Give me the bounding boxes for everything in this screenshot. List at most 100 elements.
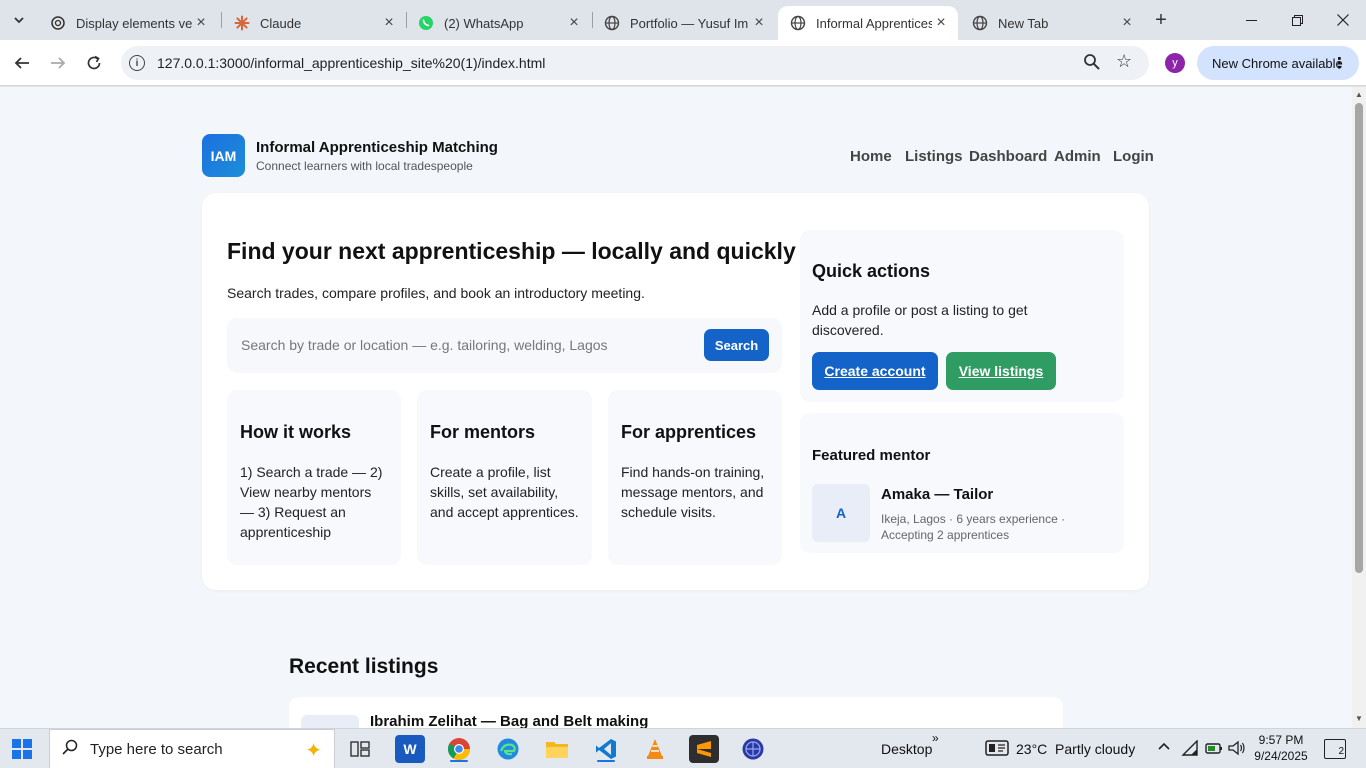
create-account-button[interactable]: Create account [812, 352, 938, 390]
windows-start-icon[interactable] [12, 739, 32, 759]
info-card-text: Find hands-on training, message mentors,… [621, 464, 765, 520]
weather-icon[interactable] [985, 739, 1009, 760]
quick-actions-text: Add a profile or post a listing to get d… [812, 302, 1028, 338]
listing-avatar [301, 715, 359, 728]
bookmark-star-icon[interactable]: ☆ [1116, 51, 1132, 72]
whatsapp-icon [418, 15, 434, 31]
featured-mentor-heading: Featured mentor [812, 447, 931, 464]
nav-login[interactable]: Login [1113, 148, 1154, 165]
new-tab-plus-icon[interactable]: + [1148, 8, 1174, 32]
chevron-double-icon[interactable]: » [932, 731, 939, 745]
mentor-name[interactable]: Amaka — Tailor [881, 486, 993, 503]
tab-title: (2) WhatsApp [444, 15, 524, 31]
sparkle-icon: ✦ [305, 740, 322, 762]
wifi-icon[interactable] [1181, 739, 1199, 759]
tab-new-tab[interactable]: New Tab × [960, 6, 1144, 40]
close-tab-icon[interactable]: × [192, 14, 210, 32]
more-menu-icon[interactable]: ⋮ [1332, 54, 1347, 72]
volume-icon[interactable] [1228, 740, 1246, 759]
notification-count: 2 [1338, 746, 1344, 757]
close-tab-icon[interactable]: × [1118, 14, 1136, 32]
notification-center-icon[interactable]: 2 [1324, 739, 1346, 759]
site-tagline: Connect learners with local tradespeople [256, 159, 473, 173]
vscode-icon[interactable] [591, 735, 621, 763]
search-button[interactable]: Search [704, 329, 769, 361]
scrollbar-thumb[interactable] [1355, 103, 1363, 573]
tab-portfolio[interactable]: Portfolio — Yusuf Im × [592, 6, 776, 40]
view-listings-button[interactable]: View listings [946, 352, 1056, 390]
restore-icon[interactable] [1274, 0, 1320, 40]
search-icon [62, 739, 78, 760]
info-card-title: For mentors [430, 422, 536, 442]
info-card-for-mentors: For mentors Create a profile, list skill… [417, 390, 592, 565]
nav-listings[interactable]: Listings [905, 148, 963, 165]
scroll-up-icon[interactable]: ▲ [1355, 90, 1363, 99]
chrome-icon[interactable] [444, 735, 474, 763]
show-hidden-icons-chevron-icon[interactable] [1157, 739, 1171, 756]
site-logo[interactable]: IAM [202, 134, 245, 177]
search-input[interactable] [241, 332, 681, 358]
hero-title: Find your next apprenticeship — locally … [227, 238, 796, 264]
forward-arrow-icon[interactable] [45, 50, 71, 76]
file-explorer-icon[interactable] [542, 735, 572, 763]
tab-informal-apprenticeship[interactable]: Informal Apprentices × [778, 6, 958, 40]
minimize-icon[interactable] [1228, 0, 1274, 40]
back-arrow-icon[interactable] [9, 50, 35, 76]
taskbar-search-text: Type here to search [90, 740, 223, 758]
quick-actions-title: Quick actions [812, 261, 931, 281]
clock-time: 9:57 PM [1258, 733, 1304, 747]
nav-home[interactable]: Home [850, 148, 892, 165]
search-bar: Search [227, 318, 782, 373]
close-tab-icon[interactable]: × [932, 14, 950, 32]
tab-title: New Tab [998, 15, 1049, 31]
tab-display-elements[interactable]: Display elements vert × [38, 6, 218, 40]
address-bar[interactable]: i 127.0.0.1:3000/informal_apprenticeship… [121, 46, 1149, 80]
word-icon[interactable]: W [395, 735, 425, 763]
weather-text[interactable]: 23°C Partly cloudy [1016, 741, 1135, 757]
sublime-text-icon[interactable] [689, 735, 719, 763]
info-card-text: 1) Search a trade — 2) View nearby mento… [240, 464, 383, 540]
profile-avatar[interactable]: y [1165, 53, 1185, 73]
update-label: New Chrome available [1212, 55, 1343, 71]
system-clock[interactable]: 9:57 PM 9/24/2025 [1254, 732, 1308, 764]
nav-admin[interactable]: Admin [1054, 148, 1101, 165]
close-tab-icon[interactable]: × [380, 14, 398, 32]
site-info-icon[interactable]: i [129, 55, 145, 71]
battery-icon[interactable] [1205, 740, 1223, 759]
info-card-text: Create a profile, list skills, set avail… [430, 464, 579, 520]
site-title: Informal Apprenticeship Matching [256, 139, 498, 156]
task-view-icon[interactable] [345, 735, 375, 763]
quick-actions-card: Quick actions Add a profile or post a li… [800, 230, 1124, 402]
tab-whatsapp[interactable]: (2) WhatsApp × [406, 6, 591, 40]
reload-icon[interactable] [81, 50, 107, 76]
info-card-title: How it works [240, 422, 352, 442]
tab-title: Display elements vert [76, 15, 192, 31]
zoom-magnifier-icon[interactable] [1083, 53, 1103, 73]
desktop-toolbar-label[interactable]: Desktop [881, 741, 932, 757]
vlc-icon[interactable] [640, 735, 670, 763]
featured-mentor-card[interactable]: Featured mentor A Amaka — Tailor Ikeja, … [800, 413, 1124, 553]
close-tab-icon[interactable]: × [750, 14, 768, 32]
taskbar-search-box[interactable]: Type here to search ✦ [49, 729, 335, 768]
close-tab-icon[interactable]: × [565, 14, 583, 32]
listing-item[interactable]: Ibrahim Zelihat — Bag and Belt making [289, 697, 1063, 728]
chrome-update-button[interactable]: New Chrome available ⋮ [1197, 46, 1359, 80]
listing-title[interactable]: Ibrahim Zelihat — Bag and Belt making [370, 713, 648, 728]
close-window-icon[interactable] [1320, 0, 1366, 40]
mentor-avatar: A [812, 484, 870, 542]
info-card-title: For apprentices [621, 422, 757, 442]
edge-icon[interactable] [493, 735, 523, 763]
globe-icon [790, 15, 806, 31]
tab-title: Portfolio — Yusuf Im [630, 15, 749, 31]
info-card-for-apprentices: For apprentices Find hands-on training, … [608, 390, 782, 565]
hero-subtitle: Search trades, compare profiles, and boo… [227, 285, 645, 301]
windows-taskbar: Type here to search ✦ W Desktop » 23°C P… [0, 728, 1366, 768]
scroll-down-icon[interactable]: ▼ [1355, 714, 1363, 723]
page-scrollbar[interactable]: ▲ ▼ [1352, 87, 1366, 728]
tab-claude[interactable]: Claude × [222, 6, 406, 40]
app-globe-icon[interactable] [738, 735, 768, 763]
globe-icon [604, 15, 620, 31]
nav-dashboard[interactable]: Dashboard [969, 148, 1047, 165]
tab-search-chevron-icon[interactable] [6, 8, 32, 32]
browser-toolbar: i 127.0.0.1:3000/informal_apprenticeship… [0, 40, 1366, 86]
